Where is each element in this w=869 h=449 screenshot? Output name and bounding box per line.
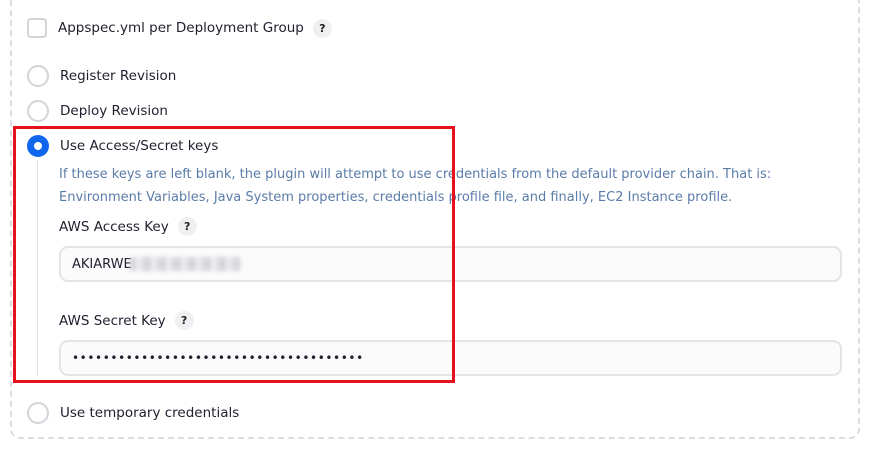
register-revision-radio[interactable]	[27, 65, 49, 87]
use-temp-credentials-option[interactable]: Use temporary credentials	[27, 402, 239, 424]
deploy-revision-label: Deploy Revision	[60, 103, 168, 119]
appspec-per-group-option[interactable]: Appspec.yml per Deployment Group ?	[27, 18, 332, 38]
highlight-box	[13, 126, 455, 383]
register-revision-label: Register Revision	[60, 68, 177, 84]
appspec-per-group-checkbox[interactable]	[27, 18, 47, 38]
deploy-revision-radio[interactable]	[27, 100, 49, 122]
help-icon[interactable]: ?	[312, 18, 332, 38]
register-revision-option[interactable]: Register Revision	[27, 65, 176, 87]
appspec-per-group-label: Appspec.yml per Deployment Group	[58, 20, 304, 36]
use-temp-credentials-label: Use temporary credentials	[60, 405, 240, 421]
use-temp-credentials-radio[interactable]	[27, 402, 49, 424]
deploy-revision-option[interactable]: Deploy Revision	[27, 100, 168, 122]
